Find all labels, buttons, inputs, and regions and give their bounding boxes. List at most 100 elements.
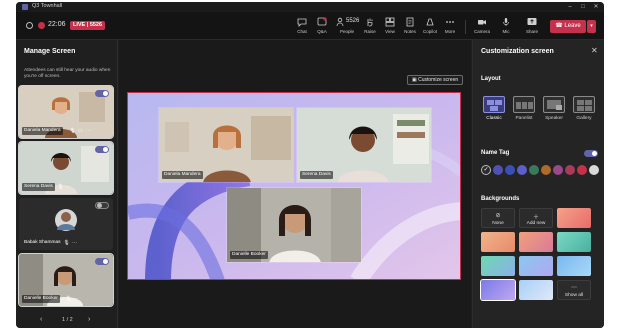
mic-off-icon: 🎙 [63, 240, 70, 246]
participant-name: Serena Davis [22, 183, 55, 191]
color-swatch[interactable] [529, 165, 539, 175]
color-swatch[interactable] [577, 165, 587, 175]
color-swatch[interactable] [505, 165, 515, 175]
participant-tile[interactable]: Daniela Mandera 🎙 ▭ ⋯ [18, 85, 114, 139]
meeting-toolbar: 22:06 LIVE | 5526 Chat Q&A 5526 People R… [16, 12, 604, 40]
participant-name: Danielle Booker [22, 295, 60, 303]
background-thumbnail[interactable] [519, 232, 553, 252]
notes-button[interactable]: Notes [400, 17, 420, 39]
mic-icon: 🎙 [57, 184, 64, 190]
manage-screen-panel: Manage Screen Attendees can still hear y… [16, 40, 118, 328]
speaker-name-tag: Danielle Booker [230, 251, 268, 259]
people-count: 5526 [346, 18, 360, 24]
leave-button[interactable]: ☎ Leave [550, 20, 586, 33]
participant-name: Babak Shammas [24, 240, 61, 245]
layout-option-classic[interactable]: Classic [481, 96, 507, 126]
color-swatch[interactable] [589, 165, 599, 175]
view-button[interactable]: View [380, 17, 400, 39]
on-screen-toggle[interactable] [95, 202, 109, 209]
layout-thumbnail [543, 96, 565, 113]
color-swatch[interactable] [541, 165, 551, 175]
more-icon [446, 21, 454, 23]
color-swatch[interactable] [517, 165, 527, 175]
color-swatch[interactable] [493, 165, 503, 175]
leave-options-button[interactable]: ▾ [587, 20, 596, 33]
background-thumbnail[interactable] [481, 256, 515, 276]
people-button[interactable]: 5526 People [334, 17, 360, 39]
background-add-new[interactable]: ＋ Add new [519, 208, 553, 228]
customize-screen-button[interactable]: ▣ Customize screen [407, 75, 464, 85]
check-icon: ✓ [483, 167, 489, 173]
more-button[interactable]: More [440, 17, 460, 39]
teams-app-icon [22, 4, 28, 10]
close-icon[interactable]: ✕ [591, 46, 598, 55]
on-screen-toggle[interactable] [95, 146, 109, 153]
layout-thumbnail [573, 96, 595, 113]
share-icon [527, 18, 537, 25]
layout-option-panelist[interactable]: Panelist [511, 96, 537, 126]
participant-tile[interactable]: Serena Davis 🎙 ⋯ [18, 141, 114, 195]
more-options-icon[interactable]: ⋯ [73, 295, 80, 303]
audio-note: Attendees can still hear your audio when… [24, 68, 111, 79]
people-icon [336, 17, 344, 27]
more-options-icon[interactable]: ⋯ [85, 127, 92, 135]
maximize-icon[interactable]: □ [577, 2, 589, 12]
page-indicator: 1 / 2 [62, 317, 73, 323]
background-thumbnail[interactable] [557, 256, 591, 276]
chevron-left-icon[interactable]: ‹ [40, 316, 42, 323]
background-thumbnail[interactable] [557, 232, 591, 252]
background-thumbnail[interactable] [519, 256, 553, 276]
color-swatch[interactable] [553, 165, 563, 175]
raise-hand-button[interactable]: Raise [360, 17, 380, 39]
mic-icon: 🎙 [69, 128, 76, 134]
mic-icon [503, 18, 509, 26]
title-bar: Q3 Townhall – □ ✕ [16, 2, 604, 12]
name-tag-toggle[interactable] [584, 150, 598, 157]
name-tag-heading: Name Tag [481, 150, 510, 156]
panel-title: Manage Screen [24, 48, 76, 55]
chevron-right-icon[interactable]: › [88, 316, 90, 323]
more-options-icon[interactable]: ⋯ [71, 239, 78, 247]
color-swatch-selected[interactable]: ✓ [481, 165, 491, 175]
background-thumbnail[interactable] [557, 208, 591, 228]
mic-button[interactable]: Mic [496, 17, 516, 39]
background-thumbnail[interactable] [481, 232, 515, 252]
speaker-video: Danielle Booker [226, 187, 362, 263]
layout-thumbnail [513, 96, 535, 113]
more-icon: ⋯ [571, 285, 577, 291]
speaker-name-tag: Serena Davis [300, 171, 333, 179]
on-screen-toggle[interactable] [95, 90, 109, 97]
color-swatch[interactable] [565, 165, 575, 175]
copilot-icon [426, 18, 434, 26]
teams-window: Q3 Townhall – □ ✕ 22:06 LIVE | 5526 Chat… [16, 2, 604, 328]
copilot-button[interactable]: Copilot [420, 17, 440, 39]
qa-icon [317, 17, 327, 26]
participant-name: Daniela Mandera [22, 127, 63, 135]
chat-button[interactable]: Chat [292, 17, 312, 39]
layout-heading: Layout [481, 76, 501, 82]
layout-thumbnail [483, 96, 505, 113]
speaker-name-tag: Daniela Mandera [162, 171, 203, 179]
participant-tile[interactable]: Danielle Booker 🎙 ⋯ [18, 253, 114, 307]
background-thumbnail-selected[interactable] [480, 279, 516, 301]
show-all-backgrounds-button[interactable]: ⋯ Show all [557, 280, 591, 300]
add-icon: ＋ [532, 215, 539, 221]
meeting-timer: 22:06 [48, 21, 66, 28]
more-options-icon[interactable]: ⋯ [65, 183, 72, 191]
layout-option-gallery[interactable]: Gallery [571, 96, 597, 126]
camera-button[interactable]: Camera [472, 17, 492, 39]
camera-icon [478, 20, 486, 25]
background-none[interactable]: ⊘ None [481, 208, 515, 228]
background-thumbnail[interactable] [519, 280, 553, 300]
minimize-icon[interactable]: – [564, 2, 576, 12]
qa-button[interactable]: Q&A [312, 17, 332, 39]
on-screen-toggle[interactable] [95, 258, 109, 265]
close-window-icon[interactable]: ✕ [590, 2, 602, 12]
screen-icon: ▭ [78, 128, 83, 134]
chevron-down-icon: ▾ [590, 23, 593, 29]
panel-title: Customization screen [481, 48, 554, 55]
participant-tile[interactable]: Babak Shammas 🎙 ⋯ [19, 198, 113, 250]
layout-option-speaker[interactable]: Speaker [541, 96, 567, 126]
share-button[interactable]: Share [522, 17, 542, 39]
toolbar-divider [465, 20, 466, 34]
